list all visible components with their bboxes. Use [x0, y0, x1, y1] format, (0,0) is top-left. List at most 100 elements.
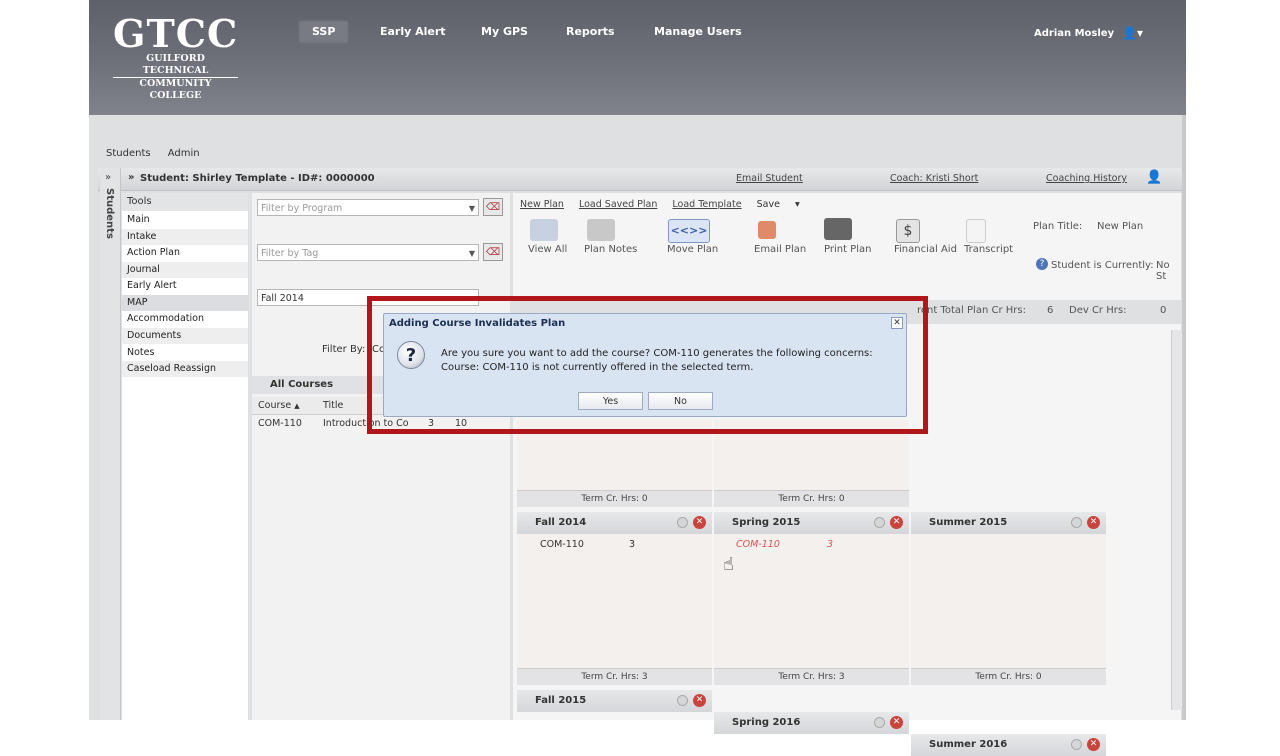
close-icon[interactable]: ✕: [891, 317, 903, 329]
term-course-invalid[interactable]: COM-110: [736, 539, 780, 550]
term-header-summer-2016[interactable]: Summer 2016 ✕: [911, 734, 1106, 756]
help-icon[interactable]: ?: [1036, 258, 1048, 270]
close-icon[interactable]: ✕: [1087, 738, 1100, 751]
term-footer: Term Cr. Hrs: 0: [517, 490, 712, 507]
nav-ssp[interactable]: SSP: [298, 20, 350, 44]
close-icon[interactable]: ✕: [1087, 516, 1100, 529]
email-plan-label[interactable]: Email Plan: [754, 244, 806, 255]
coaching-history-link[interactable]: Coaching History: [1046, 173, 1127, 184]
nav-manage-users[interactable]: Manage Users: [640, 20, 756, 44]
close-icon[interactable]: ✕: [890, 716, 903, 729]
term-course[interactable]: COM-110: [540, 539, 584, 550]
user-menu-icon[interactable]: 👤▾: [1122, 26, 1143, 40]
question-icon: ?: [397, 341, 425, 369]
term-box-summer-2015[interactable]: Summer 2015 ✕ Term Cr. Hrs: 0: [911, 512, 1106, 685]
plan-notes-label[interactable]: Plan Notes: [584, 244, 637, 255]
settings-icon[interactable]: [677, 517, 688, 528]
logo-subtitle-line2: COMMUNITY COLLEGE: [113, 77, 238, 102]
map-scrollbar[interactable]: [1171, 330, 1182, 710]
expand-icon[interactable]: »: [105, 172, 111, 183]
term-header-fall-2015[interactable]: Fall 2015 ✕: [517, 690, 712, 712]
logo-subtitle-line1: GUILFORD TECHNICAL: [142, 53, 209, 76]
view-all-icon[interactable]: [530, 219, 558, 241]
logo-subtitle: GUILFORD TECHNICAL COMMUNITY COLLEGE: [113, 53, 238, 102]
term-footer: Term Cr. Hrs: 3: [714, 668, 909, 685]
email-student-link[interactable]: Email Student: [736, 173, 803, 184]
filter-tag-select[interactable]: Filter by Tag ▼: [257, 244, 479, 261]
clear-filter-icon[interactable]: ⌫: [483, 198, 503, 216]
term-body[interactable]: [911, 534, 1106, 668]
page-scrollbar[interactable]: [1182, 115, 1186, 720]
col-title[interactable]: Title: [323, 400, 343, 411]
close-icon[interactable]: ✕: [693, 694, 706, 707]
yes-button[interactable]: Yes: [578, 392, 643, 410]
print-plan-label[interactable]: Print Plan: [824, 244, 871, 255]
breadcrumb: Students Admin: [106, 148, 214, 159]
tool-journal[interactable]: Journal: [122, 262, 248, 278]
filter-program-select[interactable]: Filter by Program ▼: [257, 199, 479, 216]
plan-notes-icon[interactable]: [587, 219, 615, 241]
nav-my-gps[interactable]: My GPS: [467, 20, 542, 44]
nav-reports[interactable]: Reports: [552, 20, 629, 44]
total-plan-hrs-label: rent Total Plan Cr Hrs:: [917, 305, 1026, 316]
breadcrumb-admin[interactable]: Admin: [168, 148, 200, 159]
settings-icon[interactable]: [1071, 739, 1082, 750]
term-course-hrs: 3: [629, 539, 636, 550]
col-course[interactable]: Course ▲: [258, 400, 300, 411]
close-icon[interactable]: ✕: [693, 516, 706, 529]
student-title: Student: Shirley Template - ID#: 0000000: [140, 173, 375, 184]
tool-intake[interactable]: Intake: [122, 229, 248, 245]
dialog-title: Adding Course Invalidates Plan: [389, 318, 566, 329]
tool-notes[interactable]: Notes: [122, 345, 248, 361]
new-plan-link[interactable]: New Plan: [520, 199, 564, 210]
save-menu[interactable]: Save ▾: [757, 199, 800, 210]
print-plan-icon[interactable]: [824, 218, 852, 240]
move-plan-icon[interactable]: <<>>: [668, 219, 710, 243]
close-icon[interactable]: ✕: [890, 516, 903, 529]
tool-map[interactable]: MAP: [122, 295, 248, 311]
view-all-label[interactable]: View All: [528, 244, 567, 255]
settings-icon[interactable]: [1071, 517, 1082, 528]
term-body[interactable]: COM-110 3: [714, 534, 909, 668]
term-box-fall-2014[interactable]: Fall 2014 ✕ COM-110 3 Term Cr. Hrs: 3: [517, 512, 712, 685]
user-name[interactable]: Adrian Mosley: [1034, 28, 1114, 39]
coach-link[interactable]: Coach: Kristi Short: [890, 173, 978, 184]
dollar-icon[interactable]: $: [896, 219, 920, 243]
term-header: Summer 2015 ✕: [911, 512, 1106, 534]
student-currently-label: Student is Currently:: [1051, 260, 1154, 271]
move-plan-label[interactable]: Move Plan: [667, 244, 718, 255]
students-rail[interactable]: [100, 168, 121, 720]
tool-caseload-reassign[interactable]: Caseload Reassign: [122, 361, 248, 377]
plan-title-value: New Plan: [1097, 221, 1144, 232]
transcript-icon[interactable]: [966, 219, 986, 243]
tool-documents[interactable]: Documents: [122, 328, 248, 344]
no-button[interactable]: No: [648, 392, 713, 410]
collapse-icon[interactable]: »: [128, 172, 134, 183]
filter-tag-placeholder: Filter by Tag: [261, 248, 319, 259]
settings-icon[interactable]: [874, 717, 885, 728]
tool-early-alert[interactable]: Early Alert: [122, 278, 248, 294]
breadcrumb-students[interactable]: Students: [106, 148, 151, 159]
dialog-line1: Are you sure you want to add the course?…: [441, 348, 873, 359]
tool-main[interactable]: Main: [122, 212, 248, 228]
term-box-spring-2015[interactable]: Spring 2015 ✕ COM-110 3 Term Cr. Hrs: 3: [714, 512, 909, 685]
term-header: Fall 2014 ✕: [517, 512, 712, 534]
tool-action-plan[interactable]: Action Plan: [122, 245, 248, 261]
load-template-link[interactable]: Load Template: [672, 199, 741, 210]
students-rail-label: Students: [104, 188, 115, 239]
email-plan-icon[interactable]: [758, 221, 776, 239]
tool-accommodation[interactable]: Accommodation: [122, 311, 248, 327]
financial-aid-label[interactable]: Financial Aid: [894, 244, 957, 255]
transcript-label[interactable]: Transcript: [964, 244, 1013, 255]
nav-early-alert[interactable]: Early Alert: [366, 20, 460, 44]
settings-icon[interactable]: [874, 517, 885, 528]
load-saved-plan-link[interactable]: Load Saved Plan: [579, 199, 657, 210]
settings-icon[interactable]: [677, 695, 688, 706]
course-cell[interactable]: COM-110: [258, 418, 302, 429]
term-header-spring-2016[interactable]: Spring 2016 ✕: [714, 712, 909, 734]
filter-panel: [252, 193, 510, 720]
clear-filter-icon[interactable]: ⌫: [483, 243, 503, 261]
dev-hrs-value: 0: [1160, 305, 1167, 316]
term-course-hrs: 3: [827, 539, 834, 550]
term-body[interactable]: COM-110 3: [517, 534, 712, 668]
